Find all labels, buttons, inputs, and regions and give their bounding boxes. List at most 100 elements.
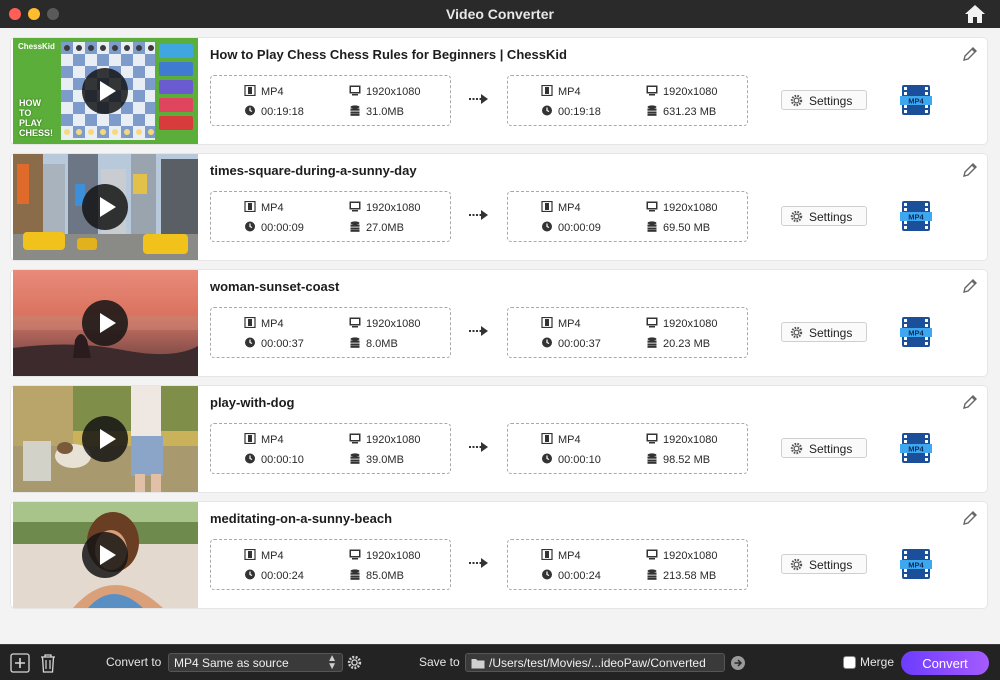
database-icon <box>350 105 360 116</box>
svg-text:MP4: MP4 <box>908 213 924 222</box>
monitor-icon <box>646 85 658 96</box>
source-duration-value: 00:00:37 <box>261 338 304 350</box>
clock-icon <box>542 221 552 232</box>
title-bar: Video Converter <box>0 0 1000 28</box>
arrow-right-icon <box>469 442 488 452</box>
mp4-film-icon[interactable]: MP4 <box>900 84 932 116</box>
clock-icon <box>542 453 552 464</box>
database-icon <box>350 569 360 580</box>
play-icon[interactable] <box>82 300 128 346</box>
source-info: MP4 1920x1080 00:00:09 27.0MB <box>210 191 451 242</box>
source-duration: 00:00:09 <box>244 221 304 234</box>
video-row: times-square-during-a-sunny-day MP4 1920… <box>11 154 987 260</box>
settings-button-label: Settings <box>809 94 853 108</box>
add-file-icon[interactable] <box>10 653 30 673</box>
pencil-icon[interactable] <box>961 277 979 295</box>
source-format-value: MP4 <box>261 318 284 330</box>
settings-button[interactable]: Settings <box>781 322 867 342</box>
source-duration-value: 00:00:10 <box>261 454 304 466</box>
settings-button-label: Settings <box>809 558 853 572</box>
video-thumbnail[interactable] <box>13 386 198 492</box>
settings-button-label: Settings <box>809 442 853 456</box>
settings-button[interactable]: Settings <box>781 554 867 574</box>
play-icon[interactable] <box>82 416 128 462</box>
open-folder-arrow-icon[interactable] <box>731 656 745 670</box>
source-format: MP4 <box>244 201 284 214</box>
output-info: MP4 1920x1080 00:00:10 98.52 MB <box>507 423 748 474</box>
source-duration-value: 00:00:09 <box>261 222 304 234</box>
output-duration: 00:00:37 <box>541 337 601 350</box>
output-size: 20.23 MB <box>646 337 710 350</box>
output-size-value: 213.58 MB <box>663 570 717 582</box>
save-path-field[interactable]: /Users/test/Movies/...ideoPaw/Converted <box>465 653 725 672</box>
film-icon <box>541 549 553 560</box>
source-duration: 00:00:24 <box>244 569 304 582</box>
source-duration-value: 00:00:24 <box>261 570 304 582</box>
output-format-select[interactable]: MP4 Same as source ▲ ▼ <box>168 653 343 672</box>
video-thumbnail[interactable] <box>13 502 198 608</box>
output-duration: 00:00:24 <box>541 569 601 582</box>
mp4-film-icon[interactable]: MP4 <box>900 316 932 348</box>
film-icon <box>244 549 256 560</box>
svg-text:MP4: MP4 <box>908 97 924 106</box>
play-icon[interactable] <box>82 532 128 578</box>
convert-button[interactable]: Convert <box>901 651 989 675</box>
gear-icon <box>790 442 803 455</box>
mp4-film-icon[interactable]: MP4 <box>900 432 932 464</box>
output-info: MP4 1920x1080 00:19:18 631.23 MB <box>507 75 748 126</box>
database-icon <box>350 221 360 232</box>
home-icon[interactable] <box>964 4 986 24</box>
video-row: play-with-dog MP4 1920x1080 00:00:10 39.… <box>11 386 987 492</box>
video-thumbnail[interactable]: ChessKid HOW TO PLAY CHESS! <box>13 38 198 144</box>
output-size: 631.23 MB <box>646 105 716 118</box>
source-format: MP4 <box>244 317 284 330</box>
arrow-right-icon <box>469 558 488 568</box>
play-icon[interactable] <box>82 68 128 114</box>
monitor-icon <box>349 433 361 444</box>
window-title: Video Converter <box>446 6 554 22</box>
output-resolution-value: 1920x1080 <box>663 550 718 562</box>
video-title: meditating-on-a-sunny-beach <box>210 511 393 526</box>
clock-icon <box>245 221 255 232</box>
merge-checkbox[interactable] <box>843 656 856 669</box>
source-format-value: MP4 <box>261 202 284 214</box>
source-format-value: MP4 <box>261 86 284 98</box>
source-resolution-value: 1920x1080 <box>366 202 421 214</box>
arrow-right-icon <box>469 326 488 336</box>
mp4-film-icon[interactable]: MP4 <box>900 200 932 232</box>
bottom-toolbar: Convert to MP4 Same as source ▲ ▼ Save to… <box>0 644 1000 680</box>
settings-button[interactable]: Settings <box>781 90 867 110</box>
trash-icon[interactable] <box>39 653 57 673</box>
output-size: 69.50 MB <box>646 221 710 234</box>
pencil-icon[interactable] <box>961 161 979 179</box>
output-resolution: 1920x1080 <box>646 85 717 98</box>
pencil-icon[interactable] <box>961 509 979 527</box>
monitor-icon <box>349 201 361 212</box>
thumb-caption-line: TO <box>19 108 32 118</box>
source-size-value: 31.0MB <box>366 106 404 118</box>
video-title: woman-sunset-coast <box>210 279 340 294</box>
pencil-icon[interactable] <box>961 393 979 411</box>
film-icon <box>244 201 256 212</box>
settings-button[interactable]: Settings <box>781 206 867 226</box>
settings-button[interactable]: Settings <box>781 438 867 458</box>
pencil-icon[interactable] <box>961 45 979 63</box>
play-icon[interactable] <box>82 184 128 230</box>
source-resolution: 1920x1080 <box>349 201 420 214</box>
folder-icon <box>471 659 485 669</box>
source-format: MP4 <box>244 85 284 98</box>
output-resolution: 1920x1080 <box>646 433 717 446</box>
output-resolution-value: 1920x1080 <box>663 318 718 330</box>
monitor-icon <box>646 549 658 560</box>
output-duration-value: 00:19:18 <box>558 106 601 118</box>
clock-icon <box>542 105 552 116</box>
source-duration: 00:00:37 <box>244 337 304 350</box>
video-thumbnail[interactable] <box>13 154 198 260</box>
film-icon <box>244 317 256 328</box>
video-thumbnail[interactable] <box>13 270 198 376</box>
gear-icon[interactable] <box>347 655 362 670</box>
source-size-value: 8.0MB <box>366 338 398 350</box>
arrow-right-icon <box>734 659 743 667</box>
output-format-value: MP4 <box>558 318 581 330</box>
mp4-film-icon[interactable]: MP4 <box>900 548 932 580</box>
